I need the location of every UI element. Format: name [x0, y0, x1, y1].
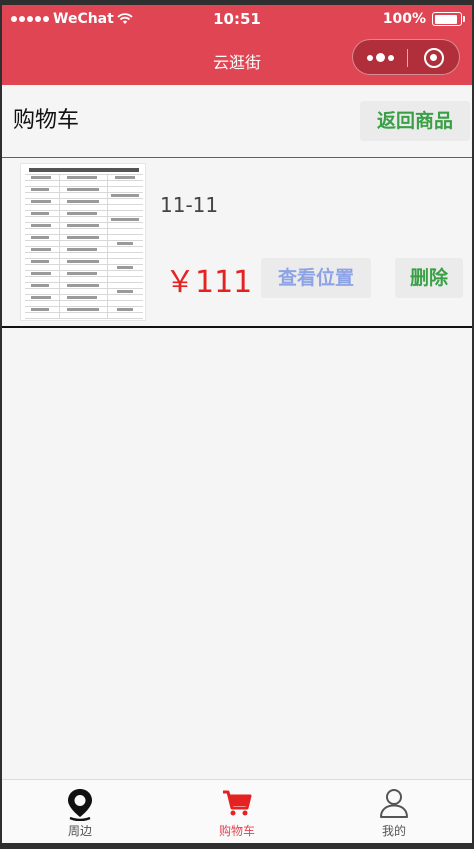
product-image[interactable] [20, 163, 146, 321]
tab-cart-label: 购物车 [218, 824, 255, 838]
cart-icon [223, 790, 252, 816]
more-menu-icon[interactable] [367, 53, 394, 62]
item-price: ￥111 [165, 265, 253, 300]
user-icon [380, 789, 408, 818]
cart-item: 11-11 ￥111 查看位置 删除 [2, 158, 472, 328]
status-bar: WeChat 10:51 100% [2, 5, 472, 33]
mini-program-capsule [352, 39, 460, 75]
battery-icon [432, 12, 465, 26]
battery-percent: 100% [382, 11, 426, 27]
top-bar: WeChat 10:51 100% 云逛街 [2, 5, 472, 85]
battery-status: 100% [382, 11, 465, 27]
tab-me[interactable]: 我的 [316, 780, 472, 843]
page-title: 购物车 [13, 108, 80, 133]
tab-nearby[interactable]: 周边 [2, 780, 158, 843]
tab-cart[interactable]: 购物车 [159, 780, 315, 843]
delete-button[interactable]: 删除 [395, 258, 463, 298]
cart-header: 购物车 返回商品 [2, 85, 472, 158]
back-to-products-button[interactable]: 返回商品 [360, 101, 470, 141]
close-mini-program-icon[interactable] [424, 48, 444, 68]
tab-nearby-label: 周边 [67, 824, 92, 838]
location-pin-icon [68, 789, 92, 821]
phone-screen: WeChat 10:51 100% 云逛街 购物车 返回商品 11-11 ￥11… [2, 5, 472, 843]
tab-bar: 周边 购物车 我的 [2, 779, 472, 843]
item-name: 11-11 [160, 193, 219, 217]
capsule-divider [407, 49, 408, 67]
tab-me-label: 我的 [381, 824, 406, 838]
view-location-button[interactable]: 查看位置 [261, 258, 371, 298]
